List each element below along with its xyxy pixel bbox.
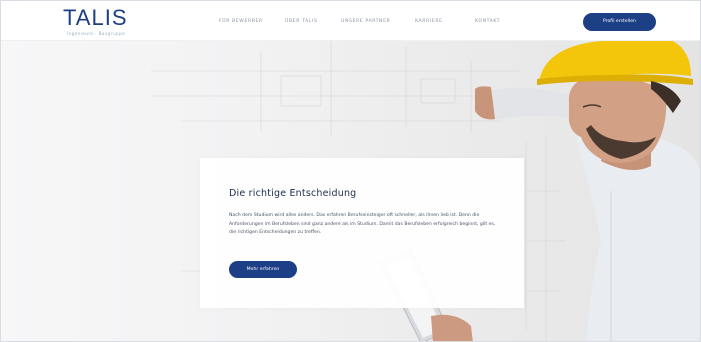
worker-hand — [431, 314, 473, 341]
nav-item-partner[interactable]: UNSERE PARTNER — [341, 17, 393, 27]
nav-item-karriere[interactable]: KARRIERE — [415, 17, 453, 27]
logo-wordmark: TALIS — [63, 5, 128, 30]
hero-section: Die richtige Entscheidung Nach dem Studi… — [1, 41, 700, 341]
talis-logo[interactable]: TALIS Ingenieure · Baugruppe — [63, 6, 133, 38]
hero-description: Nach dem Studium wird alles anders. Das … — [229, 213, 496, 235]
worker-arm — [481, 87, 581, 121]
nav-item-bewerber[interactable]: FÜR BEWERBER — [219, 17, 263, 27]
site-header: TALIS Ingenieure · Baugruppe FÜR BEWERBE… — [1, 1, 700, 41]
nav-item-kontakt[interactable]: KONTAKT — [475, 17, 509, 27]
hero-title: Die richtige Entscheidung — [229, 188, 357, 199]
browser-frame: TALIS Ingenieure · Baugruppe FÜR BEWERBE… — [0, 0, 701, 342]
create-profile-button[interactable]: Profil erstellen — [583, 13, 656, 31]
learn-more-button[interactable]: Mehr erfahren — [229, 261, 297, 278]
hero-content-card: Die richtige Entscheidung Nach dem Studi… — [200, 158, 524, 308]
logo-tagline: Ingenieure · Baugruppe — [67, 31, 126, 36]
main-navigation: FÜR BEWERBER ÜBER TALIS UNSERE PARTNER K… — [219, 17, 531, 27]
nav-item-ueber-talis[interactable]: ÜBER TALIS — [285, 17, 319, 27]
